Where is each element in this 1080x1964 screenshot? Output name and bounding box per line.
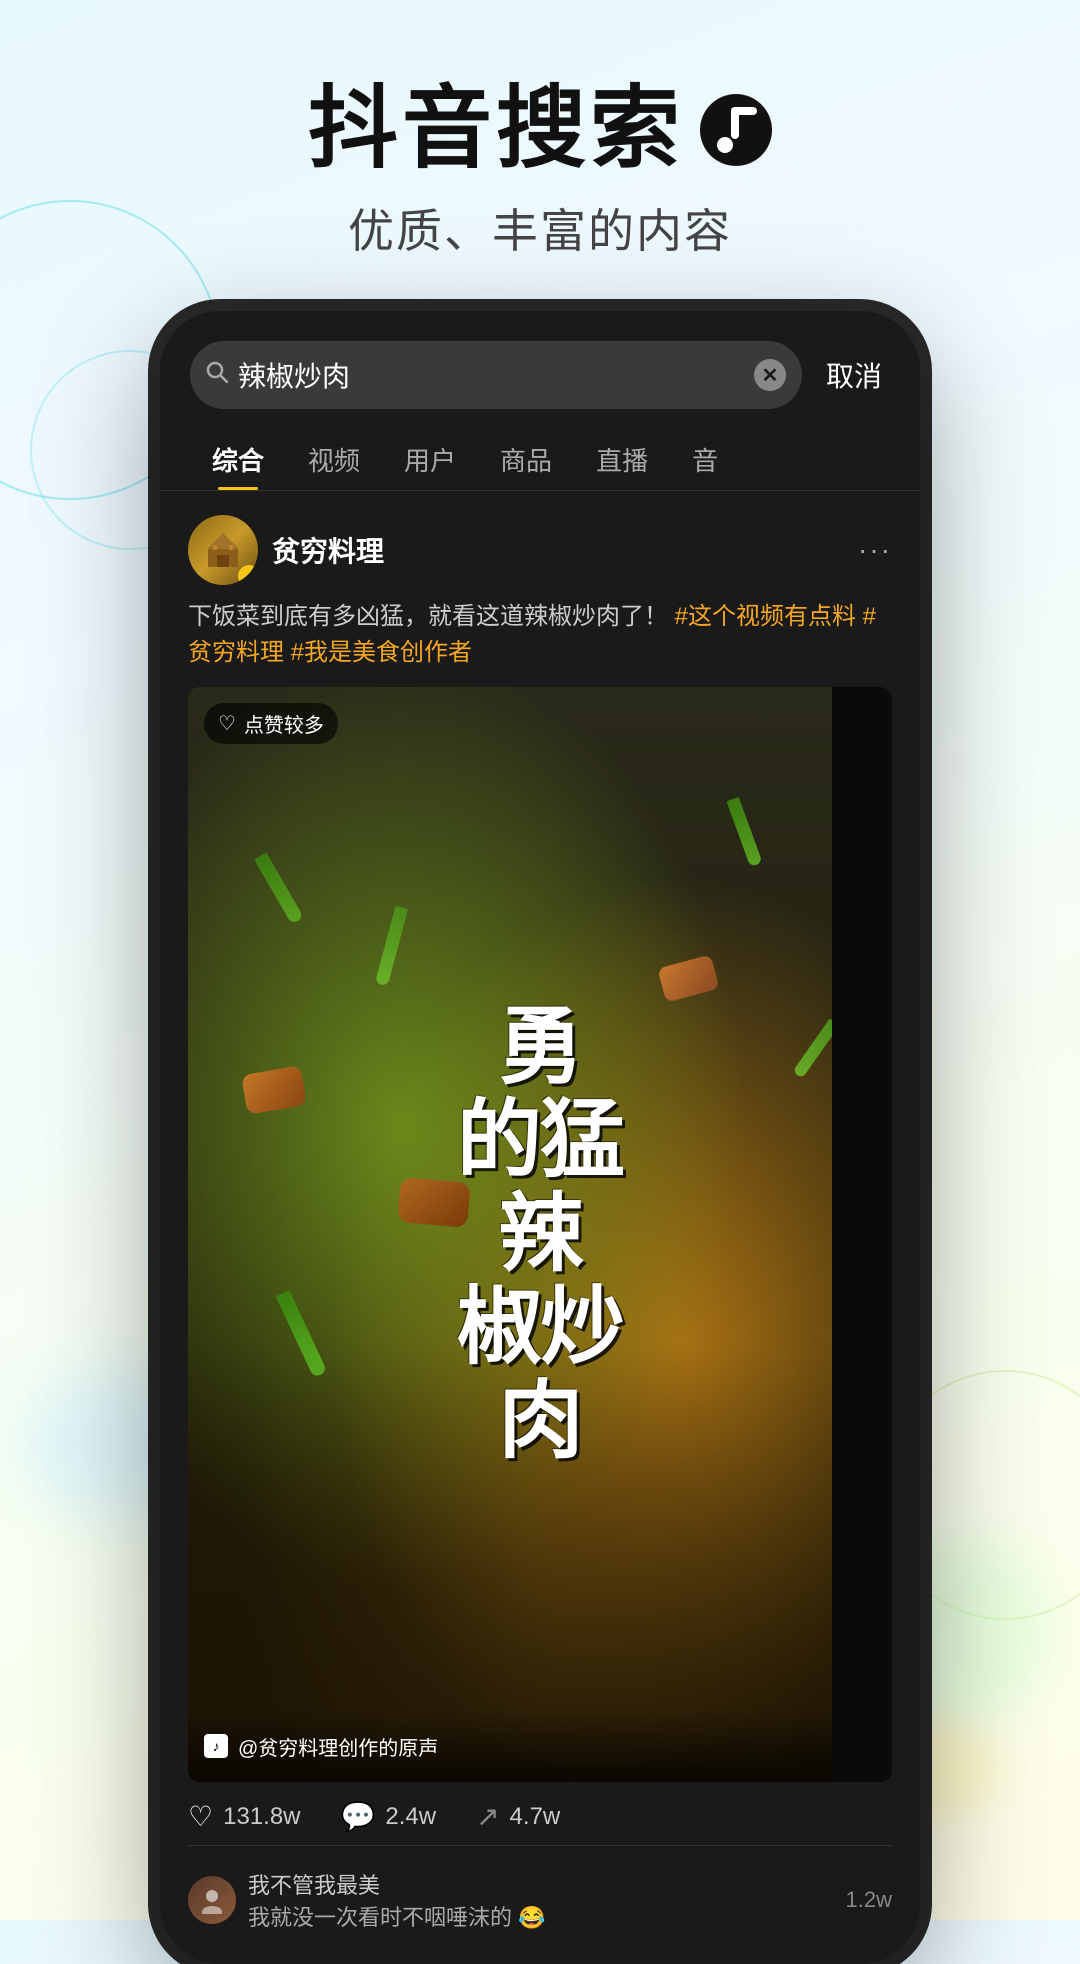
more-options-icon[interactable]: ··· xyxy=(858,534,892,566)
search-bar-row: 辣椒炒肉 ✕ 取消 xyxy=(190,341,890,409)
subtitle-text: 优质、丰富的内容 xyxy=(0,195,1080,261)
author-name: 贫穷料理 xyxy=(272,530,844,570)
comment-count: 2.4w xyxy=(385,1803,436,1831)
stats-row: ♡ 131.8w 💬 2.4w ↗ 4.7w xyxy=(188,1782,892,1845)
search-input-wrap[interactable]: 辣椒炒肉 ✕ xyxy=(190,341,802,409)
video-bottom-bar: ♪ @贫穷料理创作的原声 ▶ xyxy=(188,1710,892,1782)
video-thumbnail[interactable]: 勇的猛辣椒炒肉 ♡ 点赞较多 ♪ @贫穷料理创作的原声 ▶ xyxy=(188,687,892,1782)
search-icon xyxy=(206,361,228,389)
author-avatar: ✓ xyxy=(188,515,258,585)
like-badge-heart-icon: ♡ xyxy=(218,711,236,736)
tab-live[interactable]: 直播 xyxy=(574,429,670,490)
tab-product[interactable]: 商品 xyxy=(478,429,574,490)
like-count: 131.8w xyxy=(223,1803,300,1831)
comment-preview: 我不管我最美 我就没一次看时不咽唾沫的 😂 1.2w xyxy=(188,1845,892,1940)
tiktok-logo-badge xyxy=(700,94,772,166)
comment-likes-0: 1.2w xyxy=(846,1887,892,1913)
app-title-text: 抖音搜索 xyxy=(308,80,684,179)
share-icon: ↗ xyxy=(476,1800,499,1833)
post-description: 下饭菜到底有多凶猛，就看这道辣椒炒肉了！ #这个视频有点料 #贫穷料理 #我是美… xyxy=(188,599,892,671)
tab-comprehensive[interactable]: 综合 xyxy=(190,429,286,490)
cancel-search-button[interactable]: 取消 xyxy=(818,355,890,395)
tiktok-note-icon xyxy=(715,107,757,153)
search-query-text: 辣椒炒肉 xyxy=(238,355,744,395)
comment-username-0: 我不管我最美 xyxy=(248,1868,834,1900)
header-section: 抖音搜索 优质、丰富的内容 xyxy=(0,0,1080,311)
comment-text-0: 我就没一次看时不咽唾沫的 😂 xyxy=(248,1900,834,1932)
tab-video[interactable]: 视频 xyxy=(286,429,382,490)
post-desc-plain: 下饭菜到底有多凶猛，就看这道辣椒炒肉了！ xyxy=(188,603,668,630)
comment-avatar-0 xyxy=(188,1876,236,1924)
tiktok-small-logo: ♪ xyxy=(204,1734,228,1758)
tab-user[interactable]: 用户 xyxy=(382,429,478,490)
tab-navigation: 综合 视频 用户 商品 直播 音 xyxy=(160,409,920,491)
comment-icon: 💬 xyxy=(341,1800,376,1833)
share-count: 4.7w xyxy=(510,1803,561,1831)
heart-icon: ♡ xyxy=(188,1800,213,1833)
clear-search-button[interactable]: ✕ xyxy=(754,359,786,391)
audio-source-text: @贫穷料理创作的原声 xyxy=(238,1732,826,1761)
comment-stat[interactable]: 💬 2.4w xyxy=(341,1800,437,1833)
like-badge-text: 点赞较多 xyxy=(244,709,324,738)
author-row: ✓ 贫穷料理 ··· xyxy=(188,515,892,585)
like-stat[interactable]: ♡ 131.8w xyxy=(188,1800,301,1833)
verified-badge: ✓ xyxy=(238,565,258,585)
like-badge: ♡ 点赞较多 xyxy=(204,703,338,744)
phone-mockup: 辣椒炒肉 ✕ 取消 综合 视频 用户 商品 直播 xyxy=(160,311,920,1964)
search-area: 辣椒炒肉 ✕ 取消 xyxy=(160,311,920,409)
phone-container: 辣椒炒肉 ✕ 取消 综合 视频 用户 商品 直播 xyxy=(0,311,1080,1964)
share-stat[interactable]: ↗ 4.7w xyxy=(476,1800,560,1833)
dark-side-panel xyxy=(832,687,892,1782)
comment-meta-0: 我不管我最美 我就没一次看时不咽唾沫的 😂 xyxy=(248,1868,834,1932)
content-area: ✓ 贫穷料理 ··· 下饭菜到底有多凶猛，就看这道辣椒炒肉了！ #这个视频有点料… xyxy=(160,491,920,1964)
video-text-overlay: 勇的猛辣椒炒肉 xyxy=(188,687,892,1782)
comment-row-0: 我不管我最美 我就没一次看时不咽唾沫的 😂 1.2w xyxy=(188,1860,892,1940)
video-big-text: 勇的猛辣椒炒肉 xyxy=(457,1001,623,1469)
main-title: 抖音搜索 xyxy=(0,80,1080,179)
tab-sound[interactable]: 音 xyxy=(670,429,740,490)
